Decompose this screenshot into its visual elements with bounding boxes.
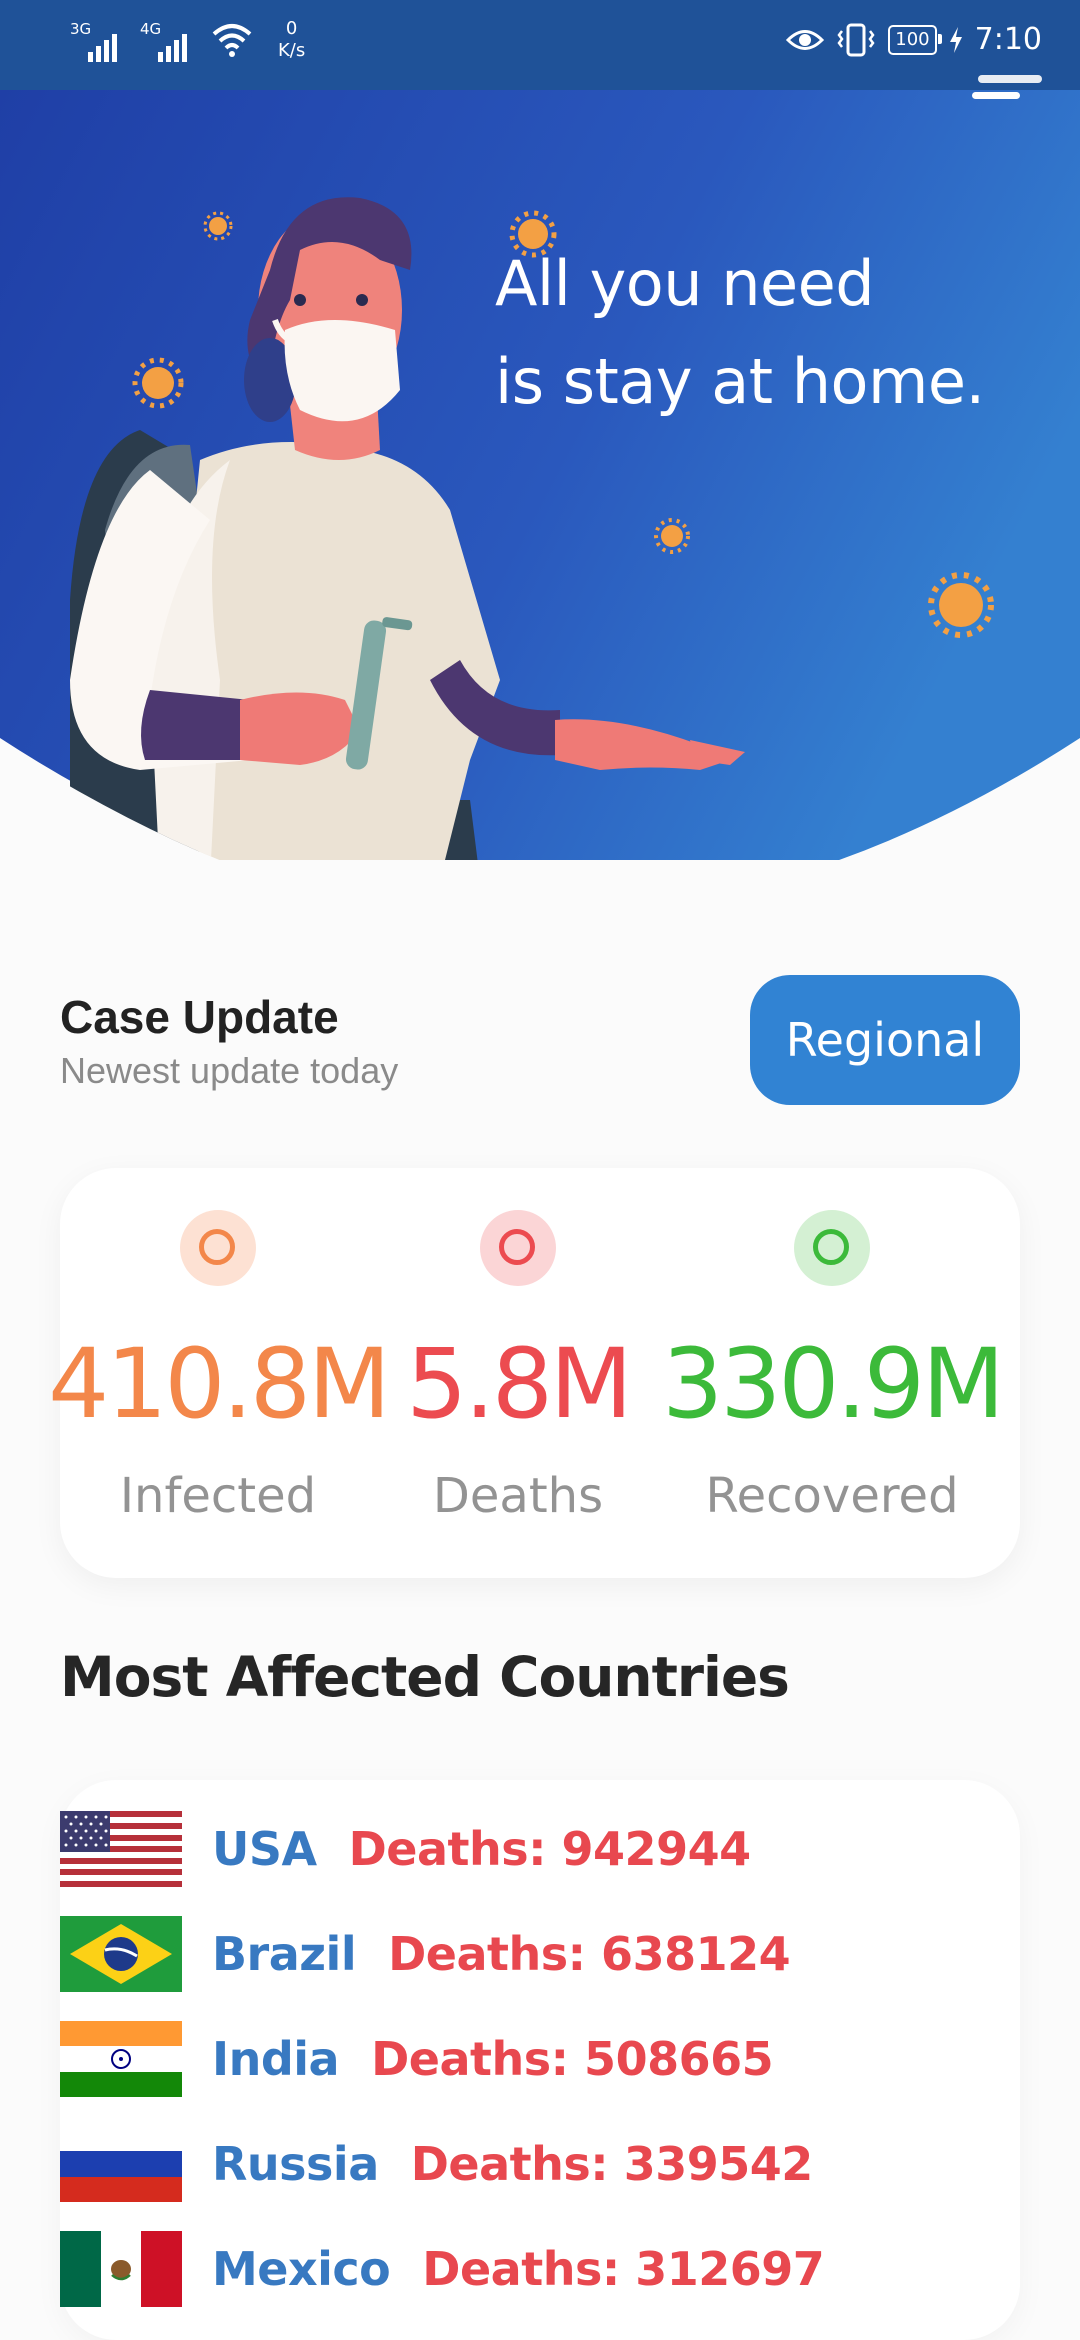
- stat-label: Deaths: [432, 1468, 604, 1524]
- notification-handle[interactable]: [978, 75, 1042, 83]
- virus-icon: [132, 357, 184, 409]
- case-update-title: Case Update: [60, 991, 339, 1043]
- charging-icon: [949, 26, 962, 53]
- country-name: USA: [212, 1822, 317, 1876]
- hero-headline-line: All you need: [495, 247, 875, 320]
- country-name: Brazil: [212, 1927, 357, 1981]
- list-item[interactable]: India Deaths: 508665: [60, 2021, 774, 2097]
- india-flag-icon: [60, 2021, 182, 2097]
- stat-recovered: 330.9M Recovered: [662, 1168, 1005, 1578]
- menu-icon[interactable]: [972, 92, 1020, 122]
- hero-headline-line: is stay at home.: [495, 345, 985, 418]
- brazil-flag-icon: [60, 1916, 182, 1992]
- network-speed: 0 K/s: [278, 18, 305, 62]
- usa-flag-icon: [60, 1811, 182, 1887]
- country-name: Mexico: [212, 2242, 391, 2296]
- clock: 7:10: [974, 22, 1042, 57]
- virus-icon: [928, 572, 994, 638]
- stat-deaths: 5.8M Deaths: [358, 1168, 678, 1578]
- wifi-icon: [212, 24, 252, 57]
- stat-label: Infected: [119, 1468, 317, 1524]
- countries-section-title: Most Affected Countries: [60, 1645, 790, 1709]
- hero-headline: All you need is stay at home.: [495, 235, 985, 431]
- country-deaths: Deaths: 312697: [422, 2242, 825, 2296]
- stat-value: 330.9M: [662, 1328, 1005, 1440]
- deaths-indicator-icon: [480, 1210, 556, 1286]
- vibrate-icon: [837, 23, 875, 56]
- country-deaths: Deaths: 638124: [388, 1927, 791, 1981]
- network-speed-value: 0: [285, 18, 298, 39]
- network-speed-unit: K/s: [278, 40, 306, 61]
- mexico-flag-icon: [60, 2231, 182, 2307]
- case-update-subtitle: Newest update today: [60, 1050, 399, 1091]
- eye-icon: [786, 29, 825, 50]
- stat-label: Recovered: [705, 1468, 959, 1524]
- list-item[interactable]: Russia Deaths: 339542: [60, 2126, 813, 2202]
- stat-value: 5.8M: [406, 1328, 633, 1440]
- country-name: Russia: [212, 2137, 379, 2191]
- list-item[interactable]: Mexico Deaths: 312697: [60, 2231, 825, 2307]
- virus-icon: [203, 211, 233, 241]
- signal-icon: 3G: [70, 18, 126, 62]
- russia-flag-icon: [60, 2126, 182, 2202]
- country-deaths: Deaths: 339542: [410, 2137, 814, 2191]
- country-name: India: [212, 2032, 340, 2086]
- recovered-indicator-icon: [794, 1210, 870, 1286]
- list-item[interactable]: USA Deaths: 942944: [60, 1811, 751, 1887]
- country-deaths: Deaths: 508665: [371, 2032, 774, 2086]
- regional-button[interactable]: Regional: [750, 975, 1020, 1105]
- status-bar: 3G 4G 0 K/s 100 7:10: [0, 0, 1080, 90]
- stat-infected: 410.8M Infected: [48, 1168, 391, 1578]
- list-item[interactable]: Brazil Deaths: 638124: [60, 1916, 791, 1992]
- stats-card: 410.8M Infected 5.8M Deaths 330.9M Recov…: [48, 1168, 1020, 1578]
- battery-icon: 100: [888, 24, 943, 55]
- infected-indicator-icon: [180, 1210, 256, 1286]
- signal-icon: 4G: [140, 18, 196, 62]
- hero-banner: All you need is stay at home.: [0, 90, 1080, 860]
- virus-icon: [654, 518, 690, 554]
- battery-level: 100: [895, 28, 930, 50]
- country-deaths: Deaths: 942944: [348, 1822, 752, 1876]
